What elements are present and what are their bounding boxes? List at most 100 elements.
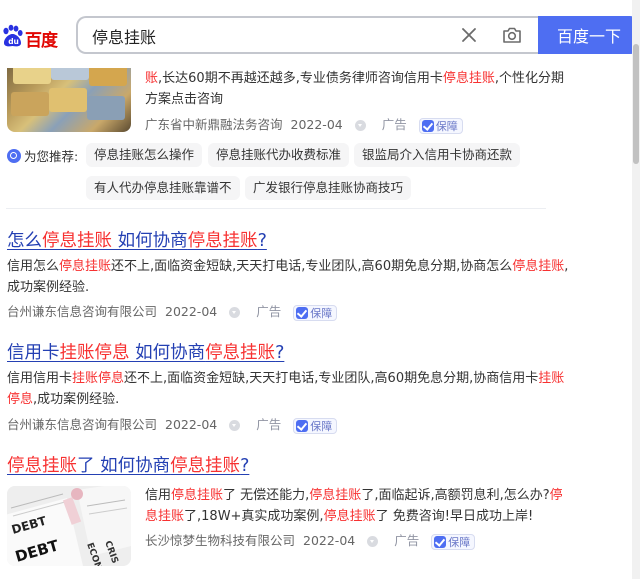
highlight-text: 停息挂账 [7, 456, 77, 476]
highlight-text: 停息挂账 [170, 456, 241, 476]
check-icon [296, 419, 309, 432]
text-run: 信用 [145, 488, 172, 503]
recommend-chip-3[interactable]: 银监局介入信用卡协商还款 [354, 143, 521, 167]
result3-title[interactable]: 停息挂账了 如何协商停息挂账? [7, 454, 249, 478]
close-icon[interactable] [460, 26, 478, 44]
guarantee-badge[interactable]: 保障 [418, 117, 463, 134]
text-run: ? [240, 456, 250, 476]
text-run: 了,18W+真实成功案例, [184, 509, 324, 524]
logo-text: 百度 [25, 31, 58, 51]
paw-icon: du [3, 24, 23, 47]
text-run: 了 如何协商 [77, 456, 171, 476]
text-run: 如何协商 [112, 231, 188, 251]
result1-date: 2022-04 [165, 304, 218, 319]
result1-desc-line1: 信用怎么停息挂账还不上,面临资金短缺,天天打电话,专业团队,高60期免息分期,协… [7, 256, 568, 277]
ad-label: 广告 [394, 533, 420, 548]
guarantee-label: 保障 [448, 535, 471, 549]
result3-desc-line2: 息挂账了,18W+真实成功案例,停息挂账了 免费咨询!早日成功上岸! [145, 506, 533, 527]
guarantee-badge[interactable]: 保障 [293, 304, 338, 321]
guarantee-label: 保障 [435, 119, 458, 133]
guarantee-label: 保障 [310, 419, 333, 433]
debt-paper-image: DEBT DEBT ECONO CRIS [7, 486, 131, 566]
highlight-text: 停息 [7, 392, 34, 407]
text-run: ,长达60期不再越还越多,专业债务律师咨询信用卡 [158, 71, 443, 86]
highlight-text: 停息挂账 [442, 71, 495, 86]
result1-source[interactable]: 台州谦东信息咨询有限公司 [7, 304, 157, 319]
result0-desc-line2: 方案点击咨询 [145, 92, 224, 107]
info-icon[interactable] [354, 120, 366, 131]
text-run: 如何协商 [129, 343, 206, 363]
text-run: ,成功案例经验. [33, 392, 120, 407]
text-run: ,个性化分期 [494, 71, 564, 86]
text-run: ? [275, 343, 285, 363]
scrollbar-thumb[interactable] [633, 44, 639, 164]
ad-label: 广告 [256, 304, 282, 319]
highlight-text: 停息挂账 [59, 259, 112, 274]
camera-icon[interactable] [502, 25, 522, 45]
recommend-label: 为您推荐: [7, 146, 78, 165]
text-run: 信用信用卡 [7, 371, 73, 386]
info-icon[interactable] [367, 536, 379, 547]
divider [6, 208, 546, 209]
highlight-text: 账 [145, 71, 159, 86]
text-run: 怎么 [7, 231, 42, 251]
highlight-text: 停息挂账 [205, 343, 276, 363]
svg-text:du: du [8, 37, 19, 46]
result2-desc-line2: 停息,成功案例经验. [7, 389, 119, 410]
result2-date: 2022-04 [165, 417, 218, 432]
text-run: 了,面临起诉,高额罚息利,怎么办? [361, 488, 550, 503]
result1-meta: 台州谦东信息咨询有限公司 2022-04 广告 保障 [7, 301, 338, 321]
highlight-text: 息挂账 [145, 509, 185, 524]
guarantee-badge[interactable]: 保障 [293, 417, 338, 434]
result2-desc-line1: 信用信用卡挂账停息还不上,面临资金短缺,天天打电话,专业团队,高60期免息分期,… [7, 368, 564, 389]
result1-title[interactable]: 怎么停息挂账 如何协商停息挂账? [7, 229, 267, 253]
recommend-chip-5[interactable]: 广发银行停息挂账协商技巧 [245, 176, 412, 200]
check-icon [434, 535, 447, 548]
search-box[interactable] [76, 16, 538, 54]
check-icon [296, 306, 309, 319]
result0-desc-line1: 账,长达60期不再越还越多,专业债务律师咨询信用卡停息挂账,个性化分期 [145, 68, 564, 89]
highlight-text: 停息挂账 [187, 231, 258, 251]
result3-thumbnail[interactable]: DEBT DEBT ECONO CRIS [7, 486, 131, 566]
recommend-chip-4[interactable]: 有人代办停息挂账靠谱不 [86, 176, 240, 200]
text-run: 还不上,面临资金短缺,天天打电话,专业团队,高60期免息分期,协商怎么 [111, 259, 513, 274]
highlight-text: 停息挂账 [512, 259, 565, 274]
highlight-text: 挂账 [538, 371, 565, 386]
check-icon [421, 119, 434, 132]
highlight-text: 停息挂账 [42, 231, 112, 251]
result3-desc-line1: 信用停息挂账了 无偿还能力,停息挂账了,面临起诉,高额罚息利,怎么办?停 [145, 485, 563, 506]
text-run: 还不上,面临资金短缺,天天打电话,专业团队,高60期免息分期,协商信用卡 [124, 371, 539, 386]
ad-label: 广告 [256, 417, 282, 432]
search-button[interactable]: 百度一下 [538, 16, 640, 54]
highlight-text: 停息挂账 [309, 488, 362, 503]
info-icon[interactable] [229, 307, 241, 318]
recommend-chip-1[interactable]: 停息挂账怎么操作 [86, 143, 203, 167]
guarantee-badge[interactable]: 保障 [431, 533, 476, 550]
result3-source[interactable]: 长沙惊梦生物科技有限公司 [145, 533, 295, 548]
result0-meta: 广东省中新鼎融法务咨询 2022-04 广告 保障 [145, 114, 463, 134]
guarantee-label: 保障 [310, 306, 333, 320]
search-suggest-icon [7, 149, 21, 163]
recommend-chip-2[interactable]: 停息挂账代办收费标准 [208, 143, 350, 167]
text-run: 信用怎么 [7, 259, 60, 274]
text-run: 了 免费咨询!早日成功上岸! [375, 509, 534, 524]
text-run: , [564, 259, 569, 274]
result0-date: 2022-04 [290, 117, 343, 132]
highlight-text: 挂账停息 [59, 343, 130, 363]
search-header: du 百度 百度一下 [0, 0, 640, 68]
text-run: 信用卡 [7, 343, 60, 363]
recommend-label-text: 为您推荐: [24, 149, 79, 164]
result0-source[interactable]: 广东省中新鼎融法务咨询 [145, 117, 283, 132]
highlight-text: 停息挂账 [323, 509, 376, 524]
info-icon[interactable] [229, 420, 241, 431]
ad-label: 广告 [381, 117, 407, 132]
scrollbar[interactable] [632, 0, 640, 579]
search-input[interactable] [92, 25, 432, 47]
highlight-text: 停 [549, 488, 563, 503]
highlight-text: 停息挂账 [171, 488, 224, 503]
result2-title[interactable]: 信用卡挂账停息 如何协商停息挂账? [7, 341, 284, 365]
baidu-logo[interactable]: du 百度 [0, 18, 64, 52]
result3-meta: 长沙惊梦生物科技有限公司 2022-04 广告 保障 [145, 530, 476, 550]
result2-source[interactable]: 台州谦东信息咨询有限公司 [7, 417, 157, 432]
text-run: 了 无偿还能力, [223, 488, 310, 503]
